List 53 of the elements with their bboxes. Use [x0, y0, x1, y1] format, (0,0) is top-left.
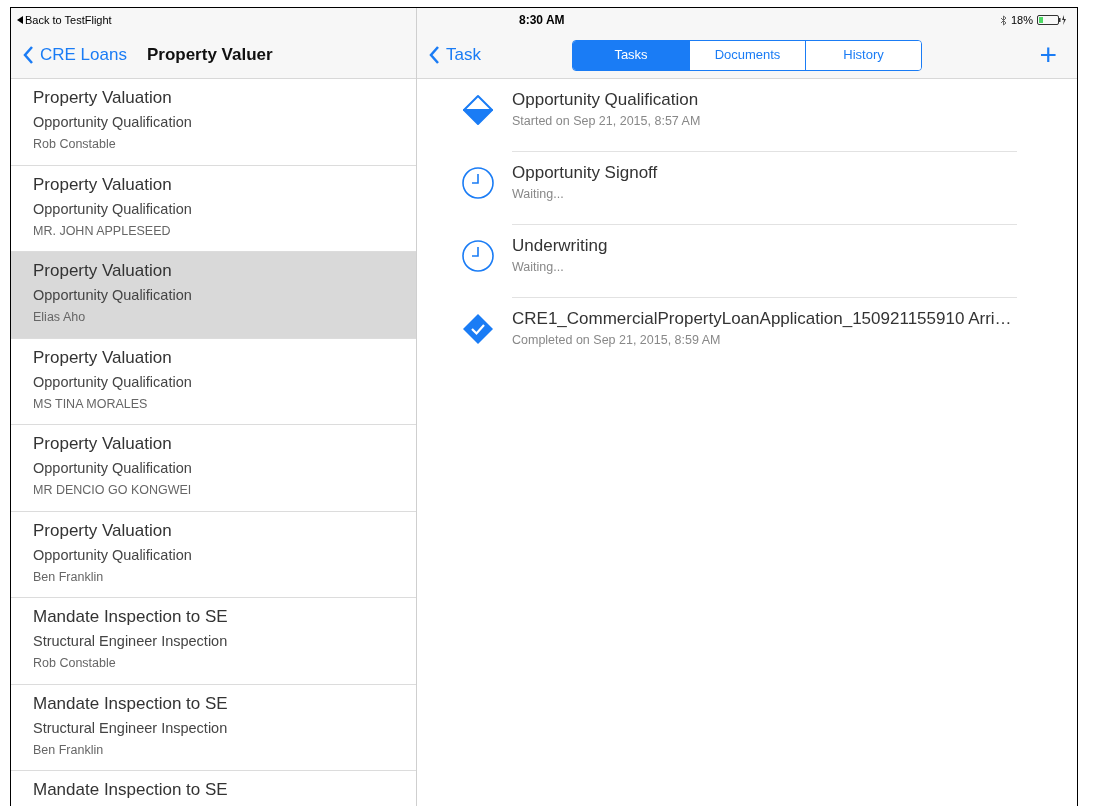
- task-title: Underwriting: [512, 235, 609, 257]
- item-subtitle: Opportunity Qualification: [33, 199, 193, 219]
- back-triangle-icon: [17, 16, 23, 24]
- item-title: Property Valuation: [33, 260, 173, 282]
- back-button[interactable]: CRE Loans: [23, 42, 127, 68]
- item-assignee: MS TINA MORALES: [33, 395, 149, 413]
- item-assignee: Rob Constable: [33, 136, 117, 153]
- item-assignee: MR DENCIO GO KONGWEI: [33, 482, 193, 499]
- item-subtitle: Opportunity Qualification: [33, 459, 193, 478]
- segment-tab[interactable]: Tasks: [573, 40, 689, 70]
- nav-title: Property Valuer: [146, 44, 273, 67]
- task-status: Waiting...: [512, 259, 565, 276]
- battery-charging-icon: [1037, 15, 1067, 25]
- task-title: CRE1_CommercialPropertyLoanApplication_150921155910 Arri…: [512, 308, 1013, 330]
- item-subtitle: Structural Engineer Inspection: [33, 632, 229, 651]
- battery-percentage: 18%: [1010, 12, 1033, 28]
- task-status: Waiting...: [512, 186, 565, 203]
- task-status: Completed on Sep 21, 2015, 8:59 AM: [512, 332, 722, 349]
- item-assignee: Ben Franklin: [33, 741, 105, 759]
- item-assignee: Elias Aho: [33, 309, 87, 326]
- chevron-left-icon: [429, 45, 440, 65]
- item-assignee: Rob Constable: [33, 655, 117, 672]
- item-subtitle: Opportunity Qualification: [33, 286, 193, 305]
- item-subtitle: Opportunity Qualification: [33, 372, 193, 392]
- item-title: Property Valuation: [33, 519, 173, 542]
- list-item[interactable]: Property Valuation Opportunity Qualification Elias Aho: [11, 252, 416, 339]
- back-button[interactable]: Task: [429, 42, 572, 68]
- item-title: Mandate Inspection to SE: [33, 692, 229, 715]
- add-button[interactable]: +: [1039, 40, 1057, 70]
- item-title: Property Valuation: [33, 87, 173, 109]
- segment-tab[interactable]: Documents: [689, 40, 805, 70]
- status-time: 8:30 AM: [519, 12, 565, 29]
- item-title: Mandate Inspection to SE: [33, 606, 229, 628]
- bluetooth-icon: [999, 14, 1007, 26]
- task-title: Opportunity Qualification: [512, 89, 700, 111]
- task-status: Started on Sep 21, 2015, 8:57 AM: [512, 113, 702, 130]
- task-title: Opportunity Signoff: [512, 162, 659, 184]
- segment-tab[interactable]: History: [805, 40, 921, 70]
- item-subtitle: Structural Engineer Inspection: [33, 718, 229, 738]
- chevron-left-icon: [23, 45, 34, 65]
- item-assignee: Ben Franklin: [33, 568, 105, 586]
- back-to-app-link[interactable]: Back to TestFlight: [17, 11, 112, 29]
- item-subtitle: Opportunity Qualification: [33, 545, 193, 565]
- item-subtitle: Opportunity Qualification: [33, 113, 193, 132]
- half-filled-diamond-icon: [461, 93, 495, 127]
- item-assignee: MR. JOHN APPLESEED: [33, 222, 172, 240]
- item-title: Mandate Inspection to SE: [33, 779, 229, 801]
- item-title: Property Valuation: [33, 433, 173, 455]
- item-title: Property Valuation: [33, 346, 173, 369]
- clock-icon: [461, 239, 495, 273]
- item-title: Property Valuation: [33, 173, 173, 196]
- checkmark-diamond-icon: [461, 312, 495, 346]
- clock-icon: [461, 166, 495, 200]
